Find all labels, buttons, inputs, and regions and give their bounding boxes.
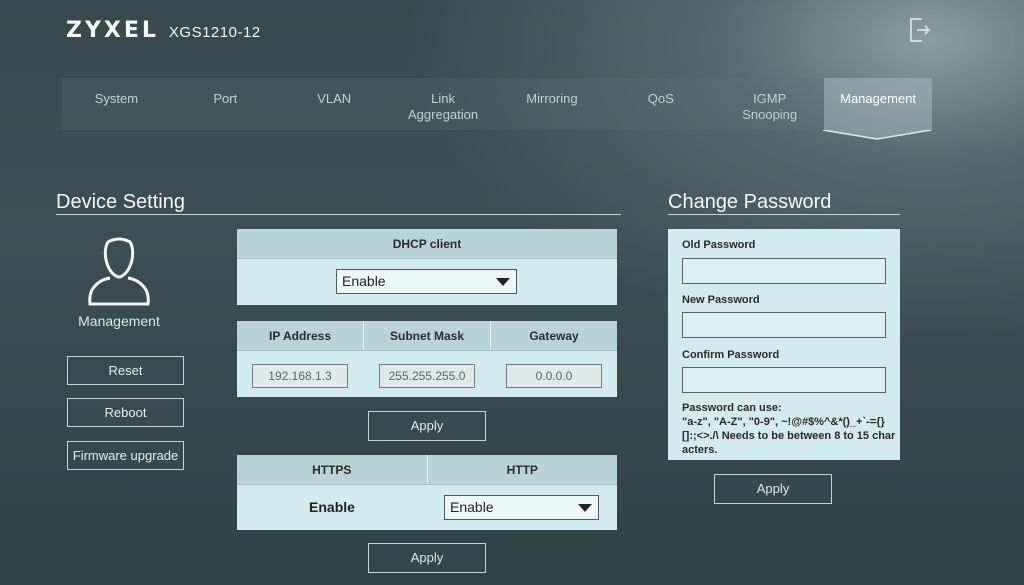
change-password-title: Change Password [668,191,832,213]
http-select-value: Enable [450,499,494,515]
gateway-header: Gateway [490,321,617,350]
ip-address-header: IP Address [268,329,332,343]
https-value: Enable [309,499,355,515]
change-password-divider [668,214,900,215]
subnet-mask-header: Subnet Mask [363,321,490,350]
ip-address-field: 192.168.1.3 [252,364,348,388]
main-nav-tabs: System Port VLAN Link Aggregation Mirror… [62,78,932,130]
dhcp-header-label: DHCP client [392,237,462,251]
chevron-down-icon [496,278,510,286]
ip-panel: IP Address Subnet Mask Gateway 192.168.1… [237,321,617,397]
tab-link-aggregation[interactable]: Link Aggregation [389,78,498,130]
subnet-mask-field: 255.255.255.0 [379,364,475,388]
management-label: Management [78,313,160,329]
ip-header: IP Address Subnet Mask Gateway [237,321,617,351]
dhcp-header: DHCP client [237,229,617,259]
tab-mirroring[interactable]: Mirroring [498,78,607,130]
model-name: XGS1210-12 [168,24,261,41]
tab-port[interactable]: Port [171,78,280,130]
confirm-password-input[interactable] [682,367,886,393]
reboot-button[interactable]: Reboot [67,398,184,427]
user-icon [88,237,150,306]
chevron-down-icon [578,504,592,512]
web-access-header: HTTPS HTTP [237,455,617,485]
https-header: HTTPS [312,463,352,477]
old-password-label: Old Password [682,239,756,251]
firmware-upgrade-button[interactable]: Firmware upgrade [67,441,184,470]
new-password-label: New Password [682,294,760,306]
dhcp-select[interactable]: Enable [336,269,517,294]
confirm-password-label: Confirm Password [682,349,780,361]
apply-web-button[interactable]: Apply [368,543,486,573]
old-password-input[interactable] [682,258,886,284]
tab-qos[interactable]: QoS [606,78,715,130]
tab-system[interactable]: System [62,78,171,130]
gateway-field: 0.0.0.0 [506,364,602,388]
device-setting-divider [56,214,621,215]
logout-icon[interactable] [906,16,932,44]
http-select[interactable]: Enable [444,495,599,520]
active-tab-indicator [823,130,931,140]
apply-password-button[interactable]: Apply [714,474,832,504]
brand: ZYXEL XGS1210-12 [66,18,261,43]
device-setting-title: Device Setting [56,191,185,213]
change-password-panel: Old Password New Password Confirm Passwo… [668,229,900,460]
dhcp-select-value: Enable [342,273,386,289]
http-header: HTTP [426,455,618,484]
tab-vlan[interactable]: VLAN [280,78,389,130]
zyxel-logo: ZYXEL [66,18,159,43]
tab-management[interactable]: Management [824,78,932,130]
web-access-panel: HTTPS HTTP Enable Enable [237,455,617,530]
reset-button[interactable]: Reset [67,356,184,385]
apply-ip-button[interactable]: Apply [368,411,486,441]
new-password-input[interactable] [682,312,886,338]
tab-igmp-snooping[interactable]: IGMP Snooping [715,78,824,130]
password-rules-note: Password can use: "a-z", "A-Z", "0-9", ~… [682,402,896,456]
dhcp-panel: DHCP client Enable [237,229,617,305]
